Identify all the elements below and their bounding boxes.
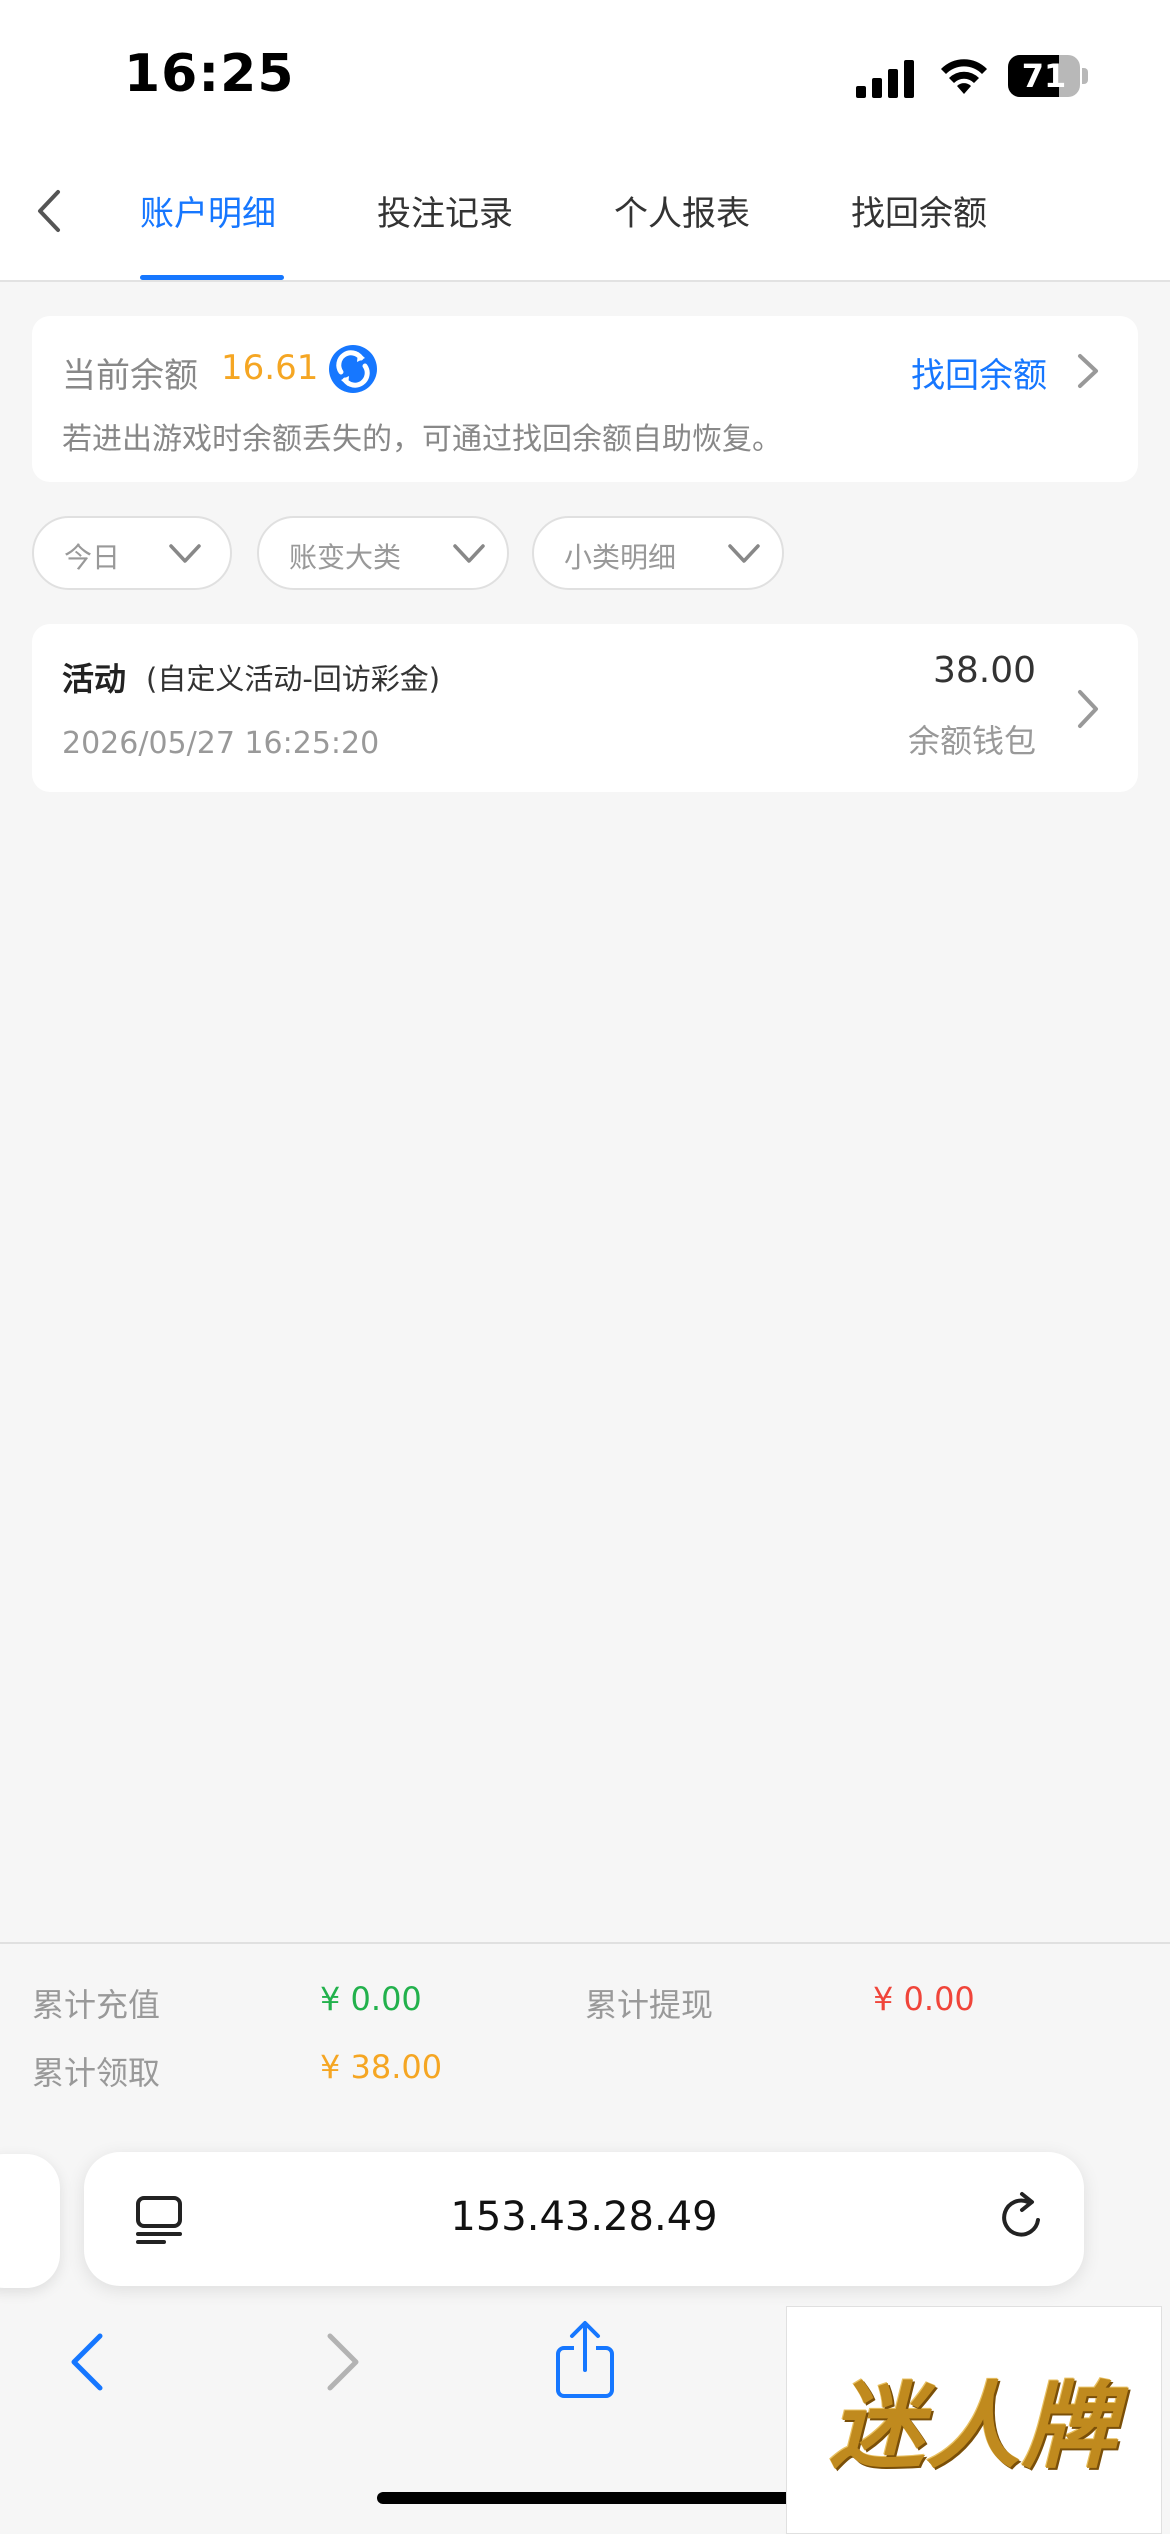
chevron-down-icon [169, 544, 201, 563]
total-recharge-value: ¥ 0.00 [320, 1980, 422, 2018]
chevron-right-icon[interactable] [1072, 350, 1102, 392]
chevron-right-icon[interactable] [1072, 686, 1102, 732]
filter-category-label: 账变大类 [289, 541, 402, 574]
reload-icon[interactable] [994, 2190, 1050, 2246]
active-tab-indicator [140, 275, 284, 280]
watermark-logo: 迷人牌 [786, 2306, 1162, 2534]
filter-subcategory-label: 小类明细 [564, 541, 677, 574]
total-withdraw-label: 累计提现 [585, 1986, 714, 2024]
balance-value: 16.61 [221, 348, 319, 388]
battery-percent: 71 [1021, 57, 1067, 95]
total-claim-value: ¥ 38.00 [320, 2048, 443, 2086]
filter-date[interactable] [32, 516, 232, 590]
balance-hint: 若进出游戏时余额丢失的，可通过找回余额自助恢复。 [62, 422, 782, 457]
total-recharge-label: 累计充值 [32, 1986, 161, 2024]
recover-balance-link[interactable]: 找回余额 [911, 348, 1047, 397]
tab-bet-records[interactable]: 投注记录 [377, 186, 513, 235]
record-wallet: 余额钱包 [907, 722, 1036, 760]
cellular-signal-icon [856, 60, 914, 98]
record-title: 活动 [62, 660, 127, 698]
browser-back-icon[interactable] [66, 2330, 110, 2394]
tab-recover-balance[interactable]: 找回余额 [851, 186, 987, 235]
filter-date-label: 今日 [64, 541, 121, 574]
total-withdraw-value: ¥ 0.00 [873, 1980, 975, 2018]
tab-account-detail[interactable]: 账户明细 [140, 186, 276, 235]
totals-panel [0, 1942, 1170, 2132]
record-amount: 38.00 [932, 650, 1036, 691]
chevron-down-icon [728, 544, 760, 563]
record-subtitle: (自定义活动-回访彩金) [146, 662, 441, 696]
wifi-icon [941, 59, 987, 94]
browser-forward-icon[interactable] [320, 2330, 364, 2394]
balance-label: 当前余额 [62, 356, 198, 396]
status-time: 16:25 [124, 44, 295, 104]
refresh-icon[interactable] [328, 344, 378, 394]
home-indicator [377, 2492, 793, 2504]
share-icon[interactable] [552, 2318, 618, 2402]
back-chevron-icon[interactable] [30, 186, 70, 236]
battery-icon: 71 [1008, 55, 1090, 97]
record-time: 2026/05/27 16:25:20 [62, 726, 380, 761]
total-claim-label: 累计领取 [32, 2054, 161, 2092]
watermark-text: 迷人牌 [829, 2372, 1118, 2482]
chevron-down-icon [453, 544, 485, 563]
previous-tab-preview[interactable] [0, 2154, 60, 2288]
tab-personal-report[interactable]: 个人报表 [614, 186, 750, 235]
url-text[interactable]: 153.43.28.49 [84, 2194, 1084, 2240]
